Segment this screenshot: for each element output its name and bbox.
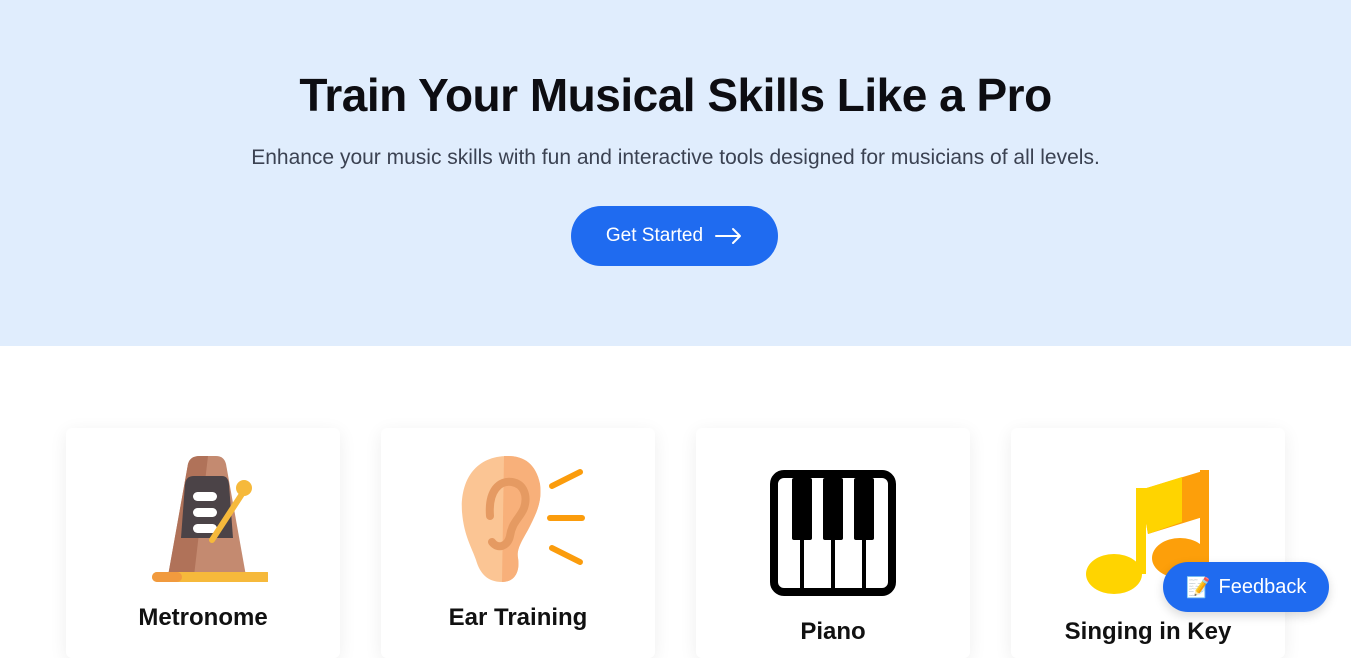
hero-title: Train Your Musical Skills Like a Pro: [299, 69, 1052, 121]
piano-keys-icon: [770, 470, 896, 596]
tool-card-label: Ear Training: [448, 604, 588, 631]
get-started-label: Get Started: [605, 225, 704, 246]
tool-card-label: Metronome: [138, 604, 268, 631]
memo-icon: 📝: [1185, 576, 1211, 599]
tool-card-singing-in-key[interactable]: Singing in Key: [1011, 428, 1285, 658]
hero-subtitle: Enhance your music skills with fun and i…: [251, 146, 1100, 169]
tool-card-ear-training[interactable]: Ear Training: [381, 428, 655, 658]
ear-icon: [461, 456, 585, 582]
tool-card-label: Piano: [800, 618, 866, 645]
tool-card-piano[interactable]: Piano: [696, 428, 970, 658]
get-started-button[interactable]: Get Started: [571, 206, 778, 266]
hero-section: Train Your Musical Skills Like a Pro Enh…: [0, 0, 1351, 346]
tool-card-label: Singing in Key: [1064, 618, 1232, 645]
feedback-label: Feedback: [1218, 575, 1307, 598]
tool-card-metronome[interactable]: Metronome: [66, 428, 340, 658]
feedback-button[interactable]: 📝 Feedback: [1163, 562, 1329, 612]
metronome-icon: [152, 456, 268, 582]
arrow-right-icon: [715, 228, 742, 244]
